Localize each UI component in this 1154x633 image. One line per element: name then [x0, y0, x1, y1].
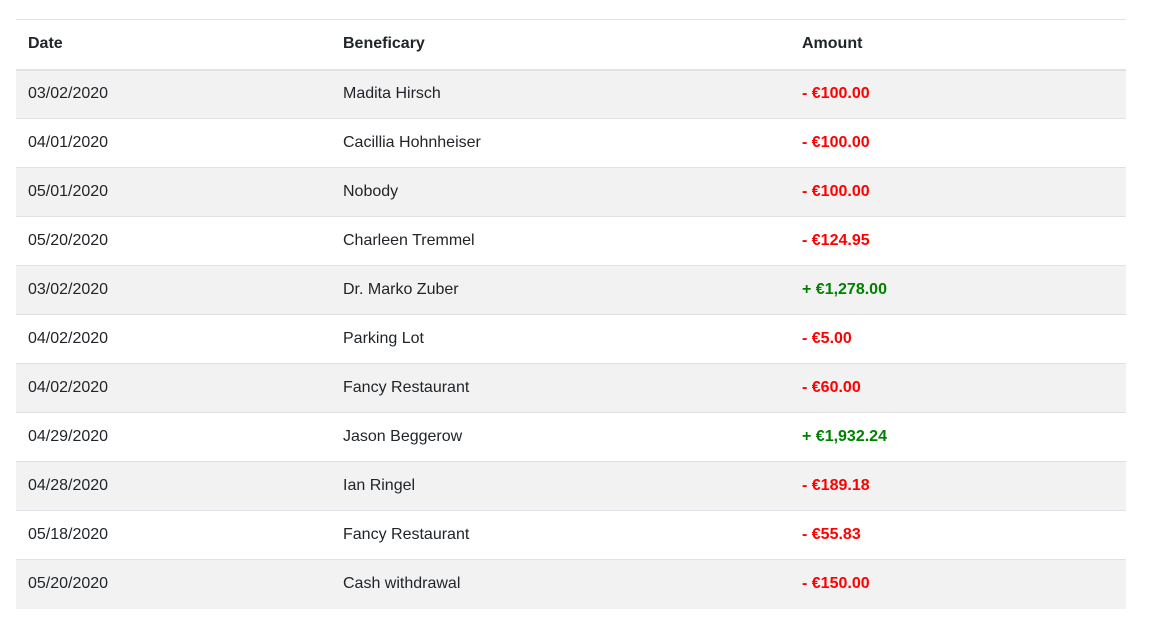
table-row: 05/20/2020 Charleen Tremmel - €124.95	[16, 216, 1126, 266]
table-row: 05/18/2020 Fancy Restaurant - €55.83	[16, 510, 1126, 560]
cell-amount: + €1,932.24	[790, 412, 1126, 462]
table-row: 04/01/2020 Cacillia Hohnheiser - €100.00	[16, 118, 1126, 168]
cell-beneficiary: Nobody	[331, 167, 790, 217]
cell-date: 05/18/2020	[16, 510, 331, 560]
cell-date: 05/01/2020	[16, 167, 331, 217]
cell-date: 05/20/2020	[16, 559, 331, 609]
cell-amount: - €5.00	[790, 314, 1126, 364]
table-row: 03/02/2020 Dr. Marko Zuber + €1,278.00	[16, 265, 1126, 315]
cell-beneficiary: Cacillia Hohnheiser	[331, 118, 790, 168]
transactions-table: Date Beneficary Amount 03/02/2020 Madita…	[16, 19, 1126, 609]
column-header-date: Date	[16, 19, 331, 71]
cell-amount: - €150.00	[790, 559, 1126, 609]
table-header: Date Beneficary Amount	[16, 19, 1126, 71]
table-row: 05/01/2020 Nobody - €100.00	[16, 167, 1126, 217]
cell-amount: - €60.00	[790, 363, 1126, 413]
column-header-beneficiary: Beneficary	[331, 19, 790, 71]
cell-amount: - €100.00	[802, 85, 870, 103]
cell-date: 04/28/2020	[16, 461, 331, 511]
transactions-table-container: Date Beneficary Amount 03/02/2020 Madita…	[16, 19, 1126, 609]
cell-date: 05/20/2020	[16, 216, 331, 266]
cell-beneficiary: Parking Lot	[331, 314, 790, 364]
cell-date: 04/01/2020	[16, 118, 331, 168]
cell-beneficiary: Jason Beggerow	[331, 412, 790, 462]
cell-amount: - €124.95	[790, 216, 1126, 266]
cell-beneficiary: Cash withdrawal	[331, 559, 790, 609]
cell-beneficiary: Fancy Restaurant	[331, 510, 790, 560]
cell-amount: - €189.18	[790, 461, 1126, 511]
cell-beneficiary: Madita Hirsch	[343, 85, 441, 103]
cell-amount: - €100.00	[790, 118, 1126, 168]
cell-amount: + €1,278.00	[790, 265, 1126, 315]
table-row: 04/02/2020 Fancy Restaurant - €60.00	[16, 363, 1126, 413]
cell-date: 04/02/2020	[16, 314, 331, 364]
cell-date: 03/02/2020	[28, 85, 109, 103]
header-row: Date Beneficary Amount	[16, 19, 1126, 71]
cell-date: 04/02/2020	[16, 363, 331, 413]
cell-beneficiary: Dr. Marko Zuber	[331, 265, 790, 315]
table-row: 03/02/2020 Madita Hirsch - €100.00	[16, 69, 1126, 119]
cell-amount: - €55.83	[790, 510, 1126, 560]
cell-beneficiary: Fancy Restaurant	[331, 363, 790, 413]
cell-beneficiary: Ian Ringel	[331, 461, 790, 511]
column-header-amount: Amount	[790, 19, 1126, 71]
table-body: 03/02/2020 Madita Hirsch - €100.00 04/01…	[16, 69, 1126, 609]
cell-date: 03/02/2020	[16, 265, 331, 315]
table-row: 04/29/2020 Jason Beggerow + €1,932.24	[16, 412, 1126, 462]
table-row: 04/28/2020 Ian Ringel - €189.18	[16, 461, 1126, 511]
cell-amount: - €100.00	[790, 167, 1126, 217]
table-row: 04/02/2020 Parking Lot - €5.00	[16, 314, 1126, 364]
cell-beneficiary: Charleen Tremmel	[331, 216, 790, 266]
table-row: 05/20/2020 Cash withdrawal - €150.00	[16, 559, 1126, 609]
cell-date: 04/29/2020	[16, 412, 331, 462]
